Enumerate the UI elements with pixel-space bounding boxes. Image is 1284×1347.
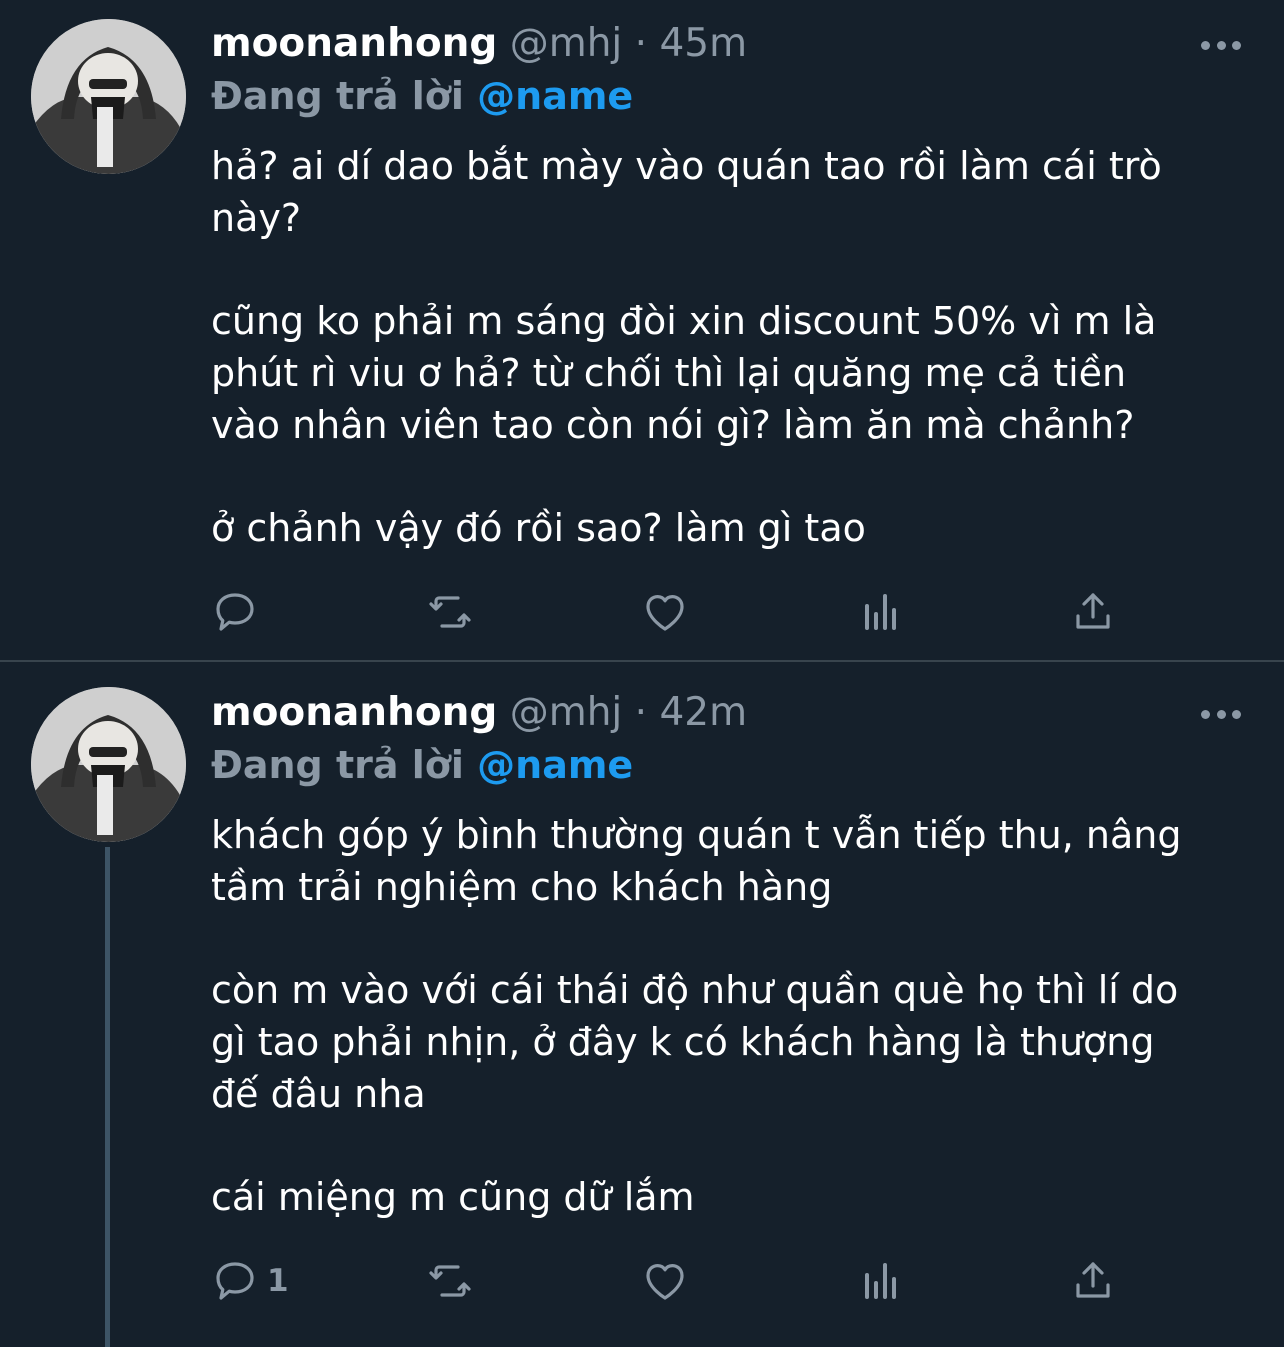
timestamp[interactable]: 42m bbox=[659, 690, 747, 735]
reply-button[interactable] bbox=[211, 584, 267, 640]
tweet-paragraph: cái miệng m cũng dữ lắm bbox=[211, 1175, 695, 1219]
views-button[interactable] bbox=[857, 584, 905, 640]
separator-dot: · bbox=[634, 690, 648, 735]
tweet-actions bbox=[211, 584, 1121, 640]
tweet-2[interactable]: moonanhong @mhj · 42m Đang trả lời @name… bbox=[0, 662, 1284, 1347]
tweet-1[interactable]: moonanhong @mhj · 45m Đang trả lời @name… bbox=[0, 0, 1284, 662]
views-bar-chart-icon bbox=[865, 594, 896, 630]
retweet-icon bbox=[429, 1265, 471, 1297]
retweet-button[interactable] bbox=[426, 1253, 474, 1309]
heart-icon bbox=[646, 595, 684, 631]
reply-bubble-icon bbox=[216, 593, 254, 631]
replying-to: Đang trả lời @name bbox=[211, 739, 633, 791]
views-bar-chart-icon bbox=[865, 1263, 896, 1299]
tweet-paragraph: ở chảnh vậy đó rồi sao? làm gì tao bbox=[211, 506, 866, 550]
tweet-text: hả? ai dí dao bắt mày vào quán tao rồi l… bbox=[211, 140, 1261, 554]
like-button[interactable] bbox=[641, 584, 689, 640]
display-name[interactable]: moonanhong bbox=[211, 690, 497, 735]
replying-prefix: Đang trả lời bbox=[211, 74, 464, 118]
share-upload-icon bbox=[1076, 593, 1110, 629]
tweet-paragraph: hả? ai dí dao bắt mày vào quán tao rồi l… bbox=[211, 144, 1162, 240]
user-handle[interactable]: @mhj bbox=[510, 21, 623, 66]
user-handle[interactable]: @mhj bbox=[510, 690, 623, 735]
tweet-actions: 1 bbox=[211, 1253, 1121, 1309]
like-button[interactable] bbox=[641, 1253, 689, 1309]
tweet-paragraph: khách góp ý bình thường quán t vẫn tiếp … bbox=[211, 813, 1182, 909]
share-button[interactable] bbox=[1069, 584, 1117, 640]
retweet-button[interactable] bbox=[426, 584, 474, 640]
mention-link[interactable]: @name bbox=[477, 74, 633, 118]
thread-connector-line bbox=[105, 847, 110, 1347]
tweet-paragraph: còn m vào với cái thái độ như quần què h… bbox=[211, 968, 1179, 1116]
share-upload-icon bbox=[1076, 1262, 1110, 1298]
reply-count: 1 bbox=[267, 1263, 289, 1299]
tweet-header: moonanhong @mhj · 45m bbox=[211, 19, 747, 69]
views-button[interactable] bbox=[857, 1253, 905, 1309]
tweet-text: khách góp ý bình thường quán t vẫn tiếp … bbox=[211, 809, 1261, 1223]
mention-link[interactable]: @name bbox=[477, 743, 633, 787]
avatar[interactable] bbox=[31, 19, 186, 174]
timestamp[interactable]: 45m bbox=[659, 21, 747, 66]
retweet-icon bbox=[429, 596, 471, 628]
more-horizontal-icon[interactable] bbox=[1196, 20, 1246, 70]
replying-prefix: Đang trả lời bbox=[211, 743, 464, 787]
heart-icon bbox=[646, 1264, 684, 1300]
reply-bubble-icon bbox=[216, 1262, 254, 1300]
tweet-header: moonanhong @mhj · 42m bbox=[211, 688, 747, 738]
share-button[interactable] bbox=[1069, 1253, 1117, 1309]
tweet-paragraph: cũng ko phải m sáng đòi xin discount 50%… bbox=[211, 299, 1157, 447]
reply-button[interactable]: 1 bbox=[211, 1253, 289, 1309]
more-horizontal-icon[interactable] bbox=[1196, 689, 1246, 739]
display-name[interactable]: moonanhong bbox=[211, 21, 497, 66]
replying-to: Đang trả lời @name bbox=[211, 70, 633, 122]
separator-dot: · bbox=[634, 21, 648, 66]
avatar[interactable] bbox=[31, 687, 186, 842]
